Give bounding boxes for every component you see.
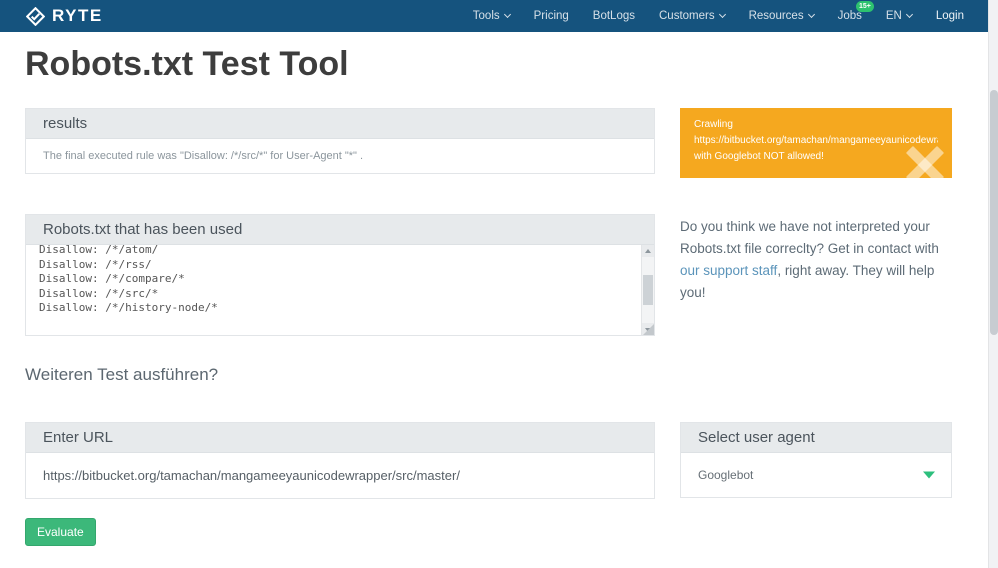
page-title: Robots.txt Test Tool	[25, 45, 349, 83]
nav-item-label: BotLogs	[592, 10, 635, 22]
results-panel: results The final executed rule was "Dis…	[25, 108, 655, 175]
evaluate-button[interactable]: Evaluate	[25, 518, 96, 547]
page-scrollbar[interactable]	[988, 0, 998, 568]
user-agent-header: Select user agent	[681, 423, 951, 454]
chevron-down-icon	[905, 10, 913, 19]
nav-item-resources[interactable]: Resources	[737, 0, 826, 32]
nav-item-language[interactable]: EN	[874, 0, 924, 32]
jobs-count-badge: 15+	[856, 1, 874, 12]
results-panel-body: The final executed rule was "Disallow: /…	[26, 139, 654, 174]
enter-url-panel: Enter URL	[25, 422, 655, 500]
robots-row: Robots.txt that has been used Disallow: …	[25, 214, 952, 337]
results-row: results The final executed rule was "Dis…	[25, 108, 952, 179]
user-agent-select[interactable]: Googlebot	[681, 453, 951, 498]
support-staff-link[interactable]: our support staff	[680, 263, 777, 278]
nav-item-label: EN	[885, 10, 902, 22]
nav-item-label: Customers	[659, 10, 715, 22]
scrollbar-thumb[interactable]	[643, 275, 653, 306]
support-help-text: Do you think we have not interpreted you…	[680, 216, 952, 303]
robots-panel-body: Disallow: /*/atom/ Disallow: /*/rss/ Dis…	[26, 245, 654, 336]
dropdown-caret-icon	[923, 471, 935, 479]
nav-item-login[interactable]: Login	[924, 0, 976, 32]
alert-line1: Crawling	[694, 119, 733, 131]
retest-prompt: Weiteren Test ausführen?	[25, 365, 219, 385]
nav-item-label: Login	[935, 10, 964, 22]
top-navbar: RYTE Tools Pricing BotLogs Customers Res…	[0, 0, 998, 32]
crawl-not-allowed-alert: Crawling https://bitbucket.org/tamachan/…	[680, 108, 952, 179]
help-text-before: Do you think we have not interpreted you…	[680, 219, 939, 256]
chevron-down-icon	[807, 10, 815, 19]
robots-panel: Robots.txt that has been used Disallow: …	[25, 214, 655, 337]
page-scrollbar-thumb[interactable]	[990, 90, 998, 335]
nav-item-label: Jobs	[837, 10, 862, 22]
enter-url-body	[26, 453, 654, 499]
nav-item-jobs[interactable]: Jobs 15+	[826, 0, 874, 32]
ryte-logo[interactable]: RYTE	[26, 6, 103, 26]
nav-item-botlogs[interactable]: BotLogs	[581, 0, 647, 32]
input-row: Enter URL Select user agent Googlebot	[25, 422, 952, 500]
final-rule-text: The final executed rule was "Disallow: /…	[43, 150, 364, 163]
user-agent-panel: Select user agent Googlebot	[680, 422, 952, 499]
chevron-down-icon	[718, 10, 726, 19]
nav-item-customers[interactable]: Customers	[647, 0, 737, 32]
url-input[interactable]	[26, 453, 654, 499]
enter-url-header: Enter URL	[26, 423, 654, 454]
robots-content-textarea[interactable]: Disallow: /*/atom/ Disallow: /*/rss/ Dis…	[26, 245, 654, 336]
textarea-scrollbar[interactable]	[641, 245, 654, 336]
scroll-up-arrow-icon[interactable]	[642, 245, 654, 258]
nav-item-pricing[interactable]: Pricing	[522, 0, 581, 32]
ryte-diamond-check-icon	[26, 6, 45, 26]
robots-panel-header: Robots.txt that has been used	[26, 215, 654, 246]
not-allowed-x-icon	[902, 142, 948, 178]
chevron-down-icon	[503, 10, 511, 19]
results-panel-header: results	[26, 109, 654, 140]
alert-line3: with Googlebot NOT allowed!	[694, 151, 824, 163]
page-container: Robots.txt Test Tool results The final e…	[0, 45, 952, 547]
nav-menu: Tools Pricing BotLogs Customers Resource…	[461, 0, 976, 32]
selected-user-agent: Googlebot	[698, 468, 754, 483]
brand-name: RYTE	[52, 6, 103, 25]
nav-item-label: Pricing	[533, 10, 569, 22]
nav-item-label: Resources	[748, 10, 804, 22]
resize-handle[interactable]	[643, 324, 654, 336]
nav-item-tools[interactable]: Tools	[461, 0, 522, 32]
nav-item-label: Tools	[472, 10, 500, 22]
